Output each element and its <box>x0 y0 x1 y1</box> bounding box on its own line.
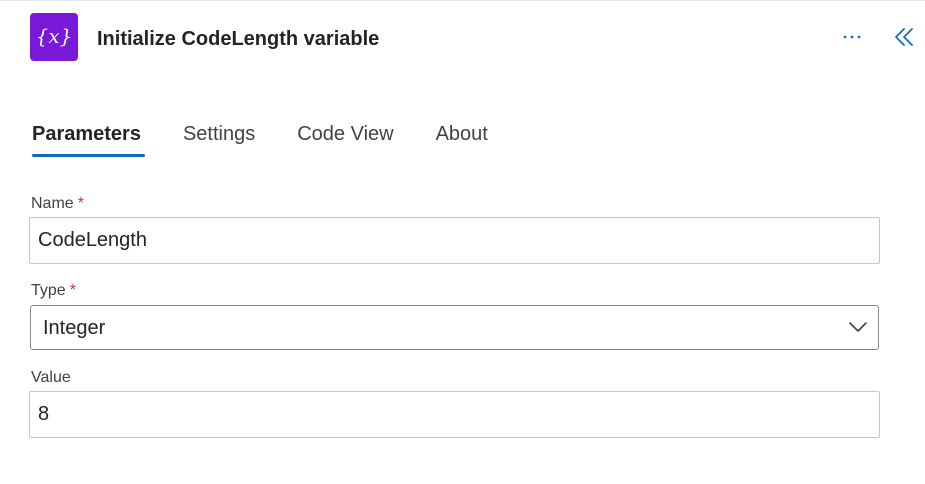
tab-code-view[interactable]: Code View <box>297 116 393 160</box>
value-label-text: Value <box>31 369 71 386</box>
name-input[interactable]: CodeLength <box>29 217 880 264</box>
type-field-label: Type * <box>31 281 76 301</box>
active-tab-indicator <box>32 154 145 157</box>
tab-about[interactable]: About <box>436 116 488 160</box>
chevron-down-icon <box>849 322 867 332</box>
required-indicator: * <box>77 195 84 212</box>
double-chevron-left-icon <box>895 28 913 46</box>
tab-label: Parameters <box>32 123 141 145</box>
tab-list: Parameters Settings Code View About <box>32 116 530 160</box>
type-dropdown-value: Integer <box>43 317 106 339</box>
collapse-panel-button[interactable] <box>888 22 920 52</box>
tab-settings[interactable]: Settings <box>183 116 255 160</box>
value-input[interactable]: 8 <box>29 391 880 438</box>
name-field-label: Name * <box>31 194 84 214</box>
value-input-value: 8 <box>38 403 50 425</box>
type-dropdown[interactable]: Integer <box>30 305 879 350</box>
name-input-value: CodeLength <box>38 229 147 251</box>
more-options-button[interactable] <box>836 24 868 50</box>
action-title: Initialize CodeLength variable <box>97 28 380 50</box>
tab-parameters[interactable]: Parameters <box>32 116 145 160</box>
value-field-label: Value <box>31 368 71 388</box>
type-label-text: Type <box>31 282 66 299</box>
variable-icon: {x} <box>30 13 78 61</box>
name-label-text: Name <box>31 195 74 212</box>
more-horizontal-icon <box>843 35 861 39</box>
panel-header: {x} Initialize CodeLength variable <box>0 0 925 78</box>
required-indicator: * <box>69 282 76 299</box>
tab-label: Code View <box>297 123 394 145</box>
svg-text:{x}: {x} <box>37 24 71 48</box>
tab-label: About <box>435 123 488 145</box>
tab-label: Settings <box>182 123 256 145</box>
